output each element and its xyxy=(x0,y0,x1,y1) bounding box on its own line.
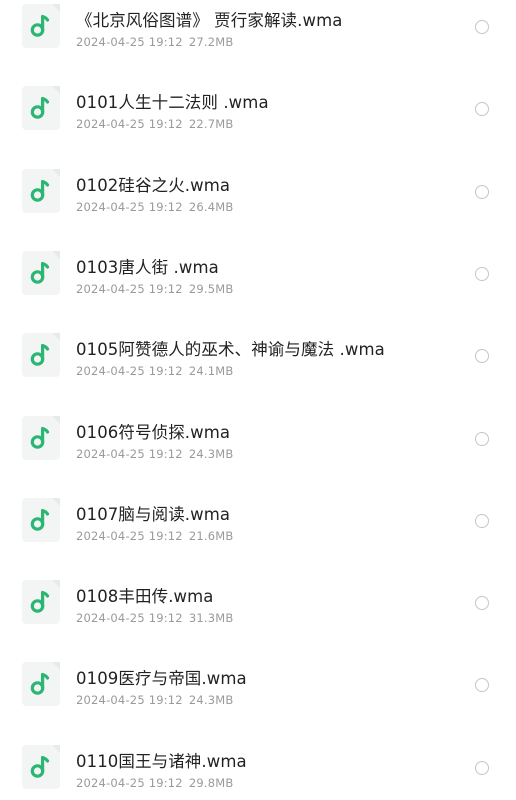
music-note-icon xyxy=(22,580,60,625)
file-name: 0107脑与阅读.wma xyxy=(76,504,231,524)
select-radio[interactable] xyxy=(475,760,489,775)
music-note-icon xyxy=(22,86,60,131)
file-date: 2024-04-25 19:12 xyxy=(76,281,183,296)
select-radio[interactable] xyxy=(475,431,489,446)
file-meta: 2024-04-25 19:12 24.1MB xyxy=(76,364,233,378)
file-meta: 2024-04-25 19:12 24.3MB xyxy=(76,447,233,461)
select-radio[interactable] xyxy=(475,513,489,528)
file-meta: 2024-04-25 19:12 27.2MB xyxy=(76,35,233,49)
file-date: 2024-04-25 19:12 xyxy=(76,117,183,132)
file-list: 《北京风俗图谱》 贾行家解读.wma 2024-04-25 19:12 27.2MB… xyxy=(0,0,516,800)
file-name: 0101人生十二法则 .wma xyxy=(76,93,269,113)
file-meta: 2024-04-25 19:12 29.5MB xyxy=(76,282,233,296)
music-note-icon xyxy=(22,744,60,789)
file-size: 24.1MB xyxy=(188,364,234,379)
select-radio[interactable] xyxy=(475,20,489,34)
file-date: 2024-04-25 19:12 xyxy=(76,35,183,49)
file-meta: 2024-04-25 19:12 21.6MB xyxy=(76,529,233,543)
file-date: 2024-04-25 19:12 xyxy=(76,693,183,708)
music-note-icon xyxy=(22,333,60,378)
select-radio[interactable] xyxy=(475,678,489,693)
file-date: 2024-04-25 19:12 xyxy=(76,199,183,214)
music-note-icon xyxy=(22,168,60,213)
select-radio[interactable] xyxy=(475,349,489,364)
music-note-icon xyxy=(22,250,60,295)
file-size: 31.3MB xyxy=(188,611,234,626)
file-size: 24.3MB xyxy=(188,446,234,461)
music-note-icon xyxy=(22,497,60,542)
music-note-icon xyxy=(22,4,60,48)
file-size: 24.3MB xyxy=(188,693,234,708)
file-size: 26.4MB xyxy=(188,199,234,214)
file-name: 0106符号侦探.wma xyxy=(76,422,231,442)
file-name: 0109医疗与帝国.wma xyxy=(76,669,247,689)
file-name: 0103唐人街 .wma xyxy=(76,257,219,277)
file-date: 2024-04-25 19:12 xyxy=(76,364,183,379)
file-size: 22.7MB xyxy=(188,117,234,132)
file-name: 0110国王与诸神.wma xyxy=(76,751,247,771)
file-date: 2024-04-25 19:12 xyxy=(76,775,183,790)
file-date: 2024-04-25 19:12 xyxy=(76,611,183,626)
select-radio[interactable] xyxy=(475,184,489,199)
file-size: 29.5MB xyxy=(188,281,234,296)
file-name: 0102硅谷之火.wma xyxy=(76,175,231,195)
file-date: 2024-04-25 19:12 xyxy=(76,446,183,461)
music-note-icon xyxy=(22,415,60,460)
select-radio[interactable] xyxy=(475,266,489,281)
music-note-icon xyxy=(22,662,60,707)
file-meta: 2024-04-25 19:12 26.4MB xyxy=(76,200,233,214)
file-name: 《北京风俗图谱》 贾行家解读.wma xyxy=(76,11,343,30)
file-size: 27.2MB xyxy=(188,35,234,49)
file-meta: 2024-04-25 19:12 22.7MB xyxy=(76,117,233,131)
file-size: 29.8MB xyxy=(188,775,234,790)
file-meta: 2024-04-25 19:12 31.3MB xyxy=(76,611,233,625)
file-date: 2024-04-25 19:12 xyxy=(76,528,183,543)
file-name: 0105阿赞德人的巫术、神谕与魔法 .wma xyxy=(76,340,385,360)
file-name: 0108丰田传.wma xyxy=(76,587,214,607)
select-radio[interactable] xyxy=(475,102,489,117)
file-size: 21.6MB xyxy=(188,528,234,543)
file-meta: 2024-04-25 19:12 29.8MB xyxy=(76,776,233,790)
file-meta: 2024-04-25 19:12 24.3MB xyxy=(76,693,233,707)
select-radio[interactable] xyxy=(475,596,489,611)
